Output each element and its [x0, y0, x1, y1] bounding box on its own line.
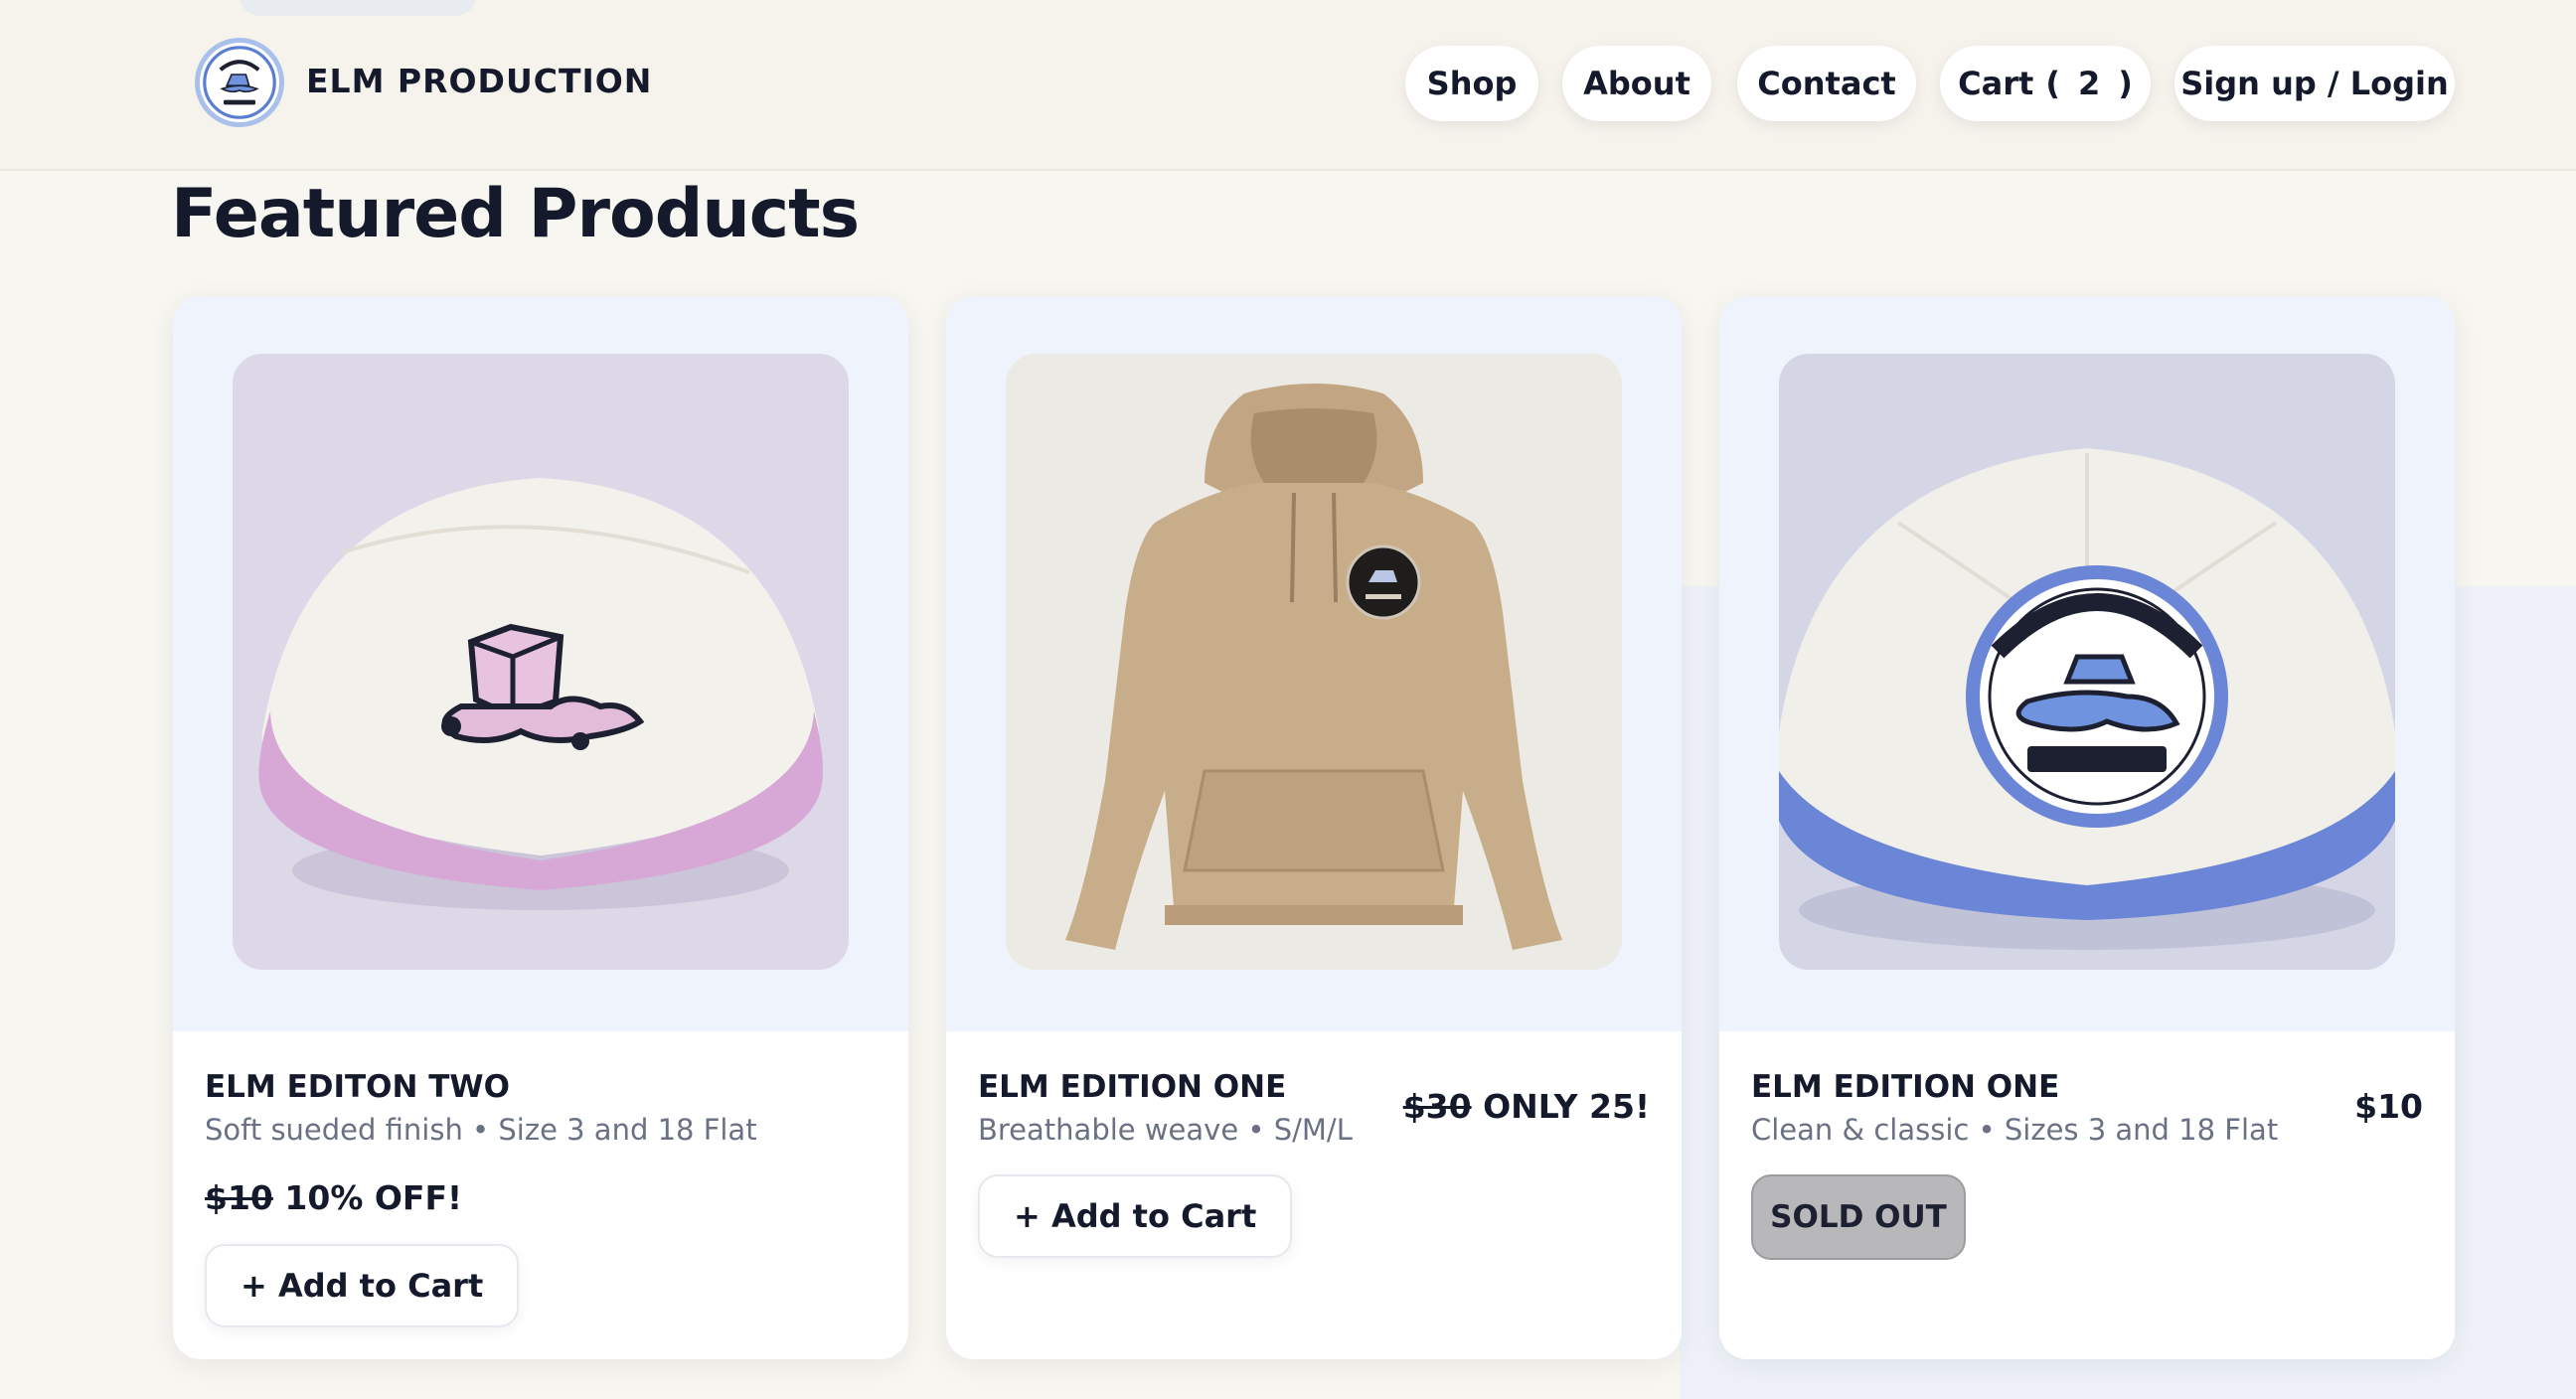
- product-price: $10 10% OFF!: [205, 1178, 462, 1217]
- product-description: Breathable weave • S/M/L: [978, 1113, 1353, 1147]
- product-price: $10: [2354, 1087, 2423, 1126]
- price-note: 10% OFF!: [284, 1178, 463, 1217]
- product-media: [946, 296, 1682, 1031]
- add-to-cart-button[interactable]: + Add to Cart: [978, 1174, 1293, 1258]
- nav-shop[interactable]: Shop: [1405, 46, 1538, 121]
- cart-close-paren: ): [2118, 65, 2133, 102]
- nav-about[interactable]: About: [1562, 46, 1711, 121]
- add-to-cart-button[interactable]: + Add to Cart: [205, 1244, 520, 1327]
- product-name[interactable]: ELM EDITON TWO: [205, 1069, 510, 1105]
- decorative-blur: [239, 0, 477, 16]
- product-name[interactable]: ELM EDITION ONE: [1751, 1069, 2059, 1105]
- product-image[interactable]: [1779, 354, 2395, 970]
- site-header: ELM PRODUCTION Shop About Contact Cart (…: [0, 0, 2576, 171]
- nav-cart[interactable]: Cart ( 2 ): [1940, 46, 2151, 121]
- product-image[interactable]: [1006, 354, 1622, 970]
- cart-open-paren: (: [2045, 65, 2060, 102]
- product-description: Clean & classic • Sizes 3 and 18 Flat: [1751, 1113, 2279, 1147]
- price-old: $30: [1402, 1087, 1472, 1126]
- product-description: Soft sueded finish • Size 3 and 18 Flat: [205, 1113, 757, 1147]
- product-media: [173, 296, 908, 1031]
- product-card: ELM EDITON TWO Soft sueded finish • Size…: [173, 296, 908, 1359]
- product-card: ELM EDITION ONE Clean & classic • Sizes …: [1719, 296, 2455, 1359]
- product-name[interactable]: ELM EDITION ONE: [978, 1069, 1286, 1105]
- price-note: ONLY 25!: [1483, 1087, 1650, 1126]
- product-media: [1719, 296, 2455, 1031]
- product-card: ELM EDITION ONE Breathable weave • S/M/L…: [946, 296, 1682, 1359]
- cart-label: Cart: [1958, 65, 2034, 102]
- cart-count-badge: 2: [2077, 65, 2101, 102]
- product-price: $30 ONLY 25!: [1403, 1087, 1650, 1126]
- nav-contact[interactable]: Contact: [1737, 46, 1916, 121]
- sold-out-button[interactable]: SOLD OUT: [1751, 1174, 1966, 1260]
- product-image[interactable]: [233, 354, 849, 970]
- brand-name[interactable]: ELM PRODUCTION: [306, 62, 652, 100]
- price-old: $10: [205, 1178, 273, 1217]
- nav-signin[interactable]: Sign up / Login: [2174, 46, 2455, 121]
- brand-logo-icon[interactable]: [195, 38, 284, 127]
- page-title: Featured Products: [171, 175, 860, 253]
